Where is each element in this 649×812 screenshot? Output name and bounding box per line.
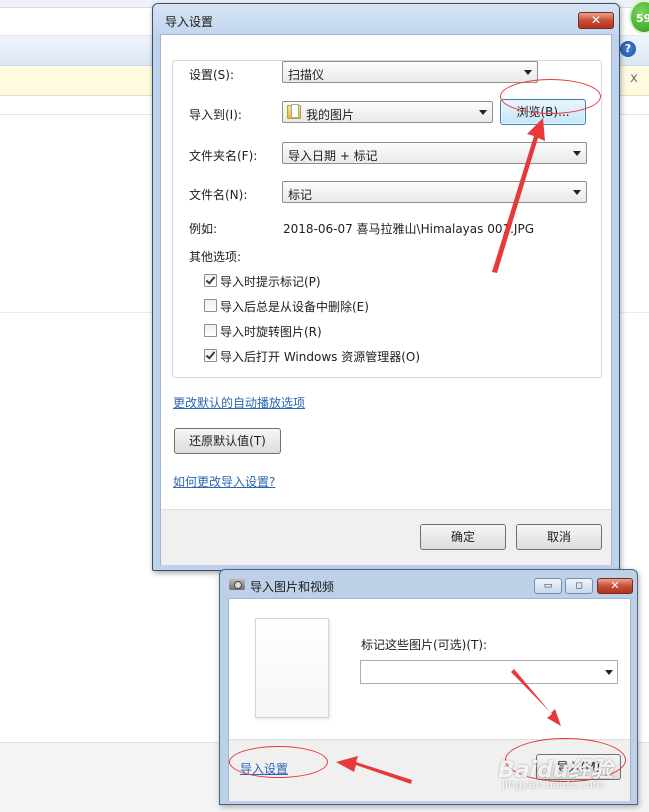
annotation-arrow — [492, 118, 545, 273]
annotation-arrow — [511, 669, 561, 726]
annotation-arrow — [336, 756, 412, 784]
watermark-url: jingyan.baidu.com — [502, 778, 604, 791]
annotation-arrows — [336, 118, 561, 784]
